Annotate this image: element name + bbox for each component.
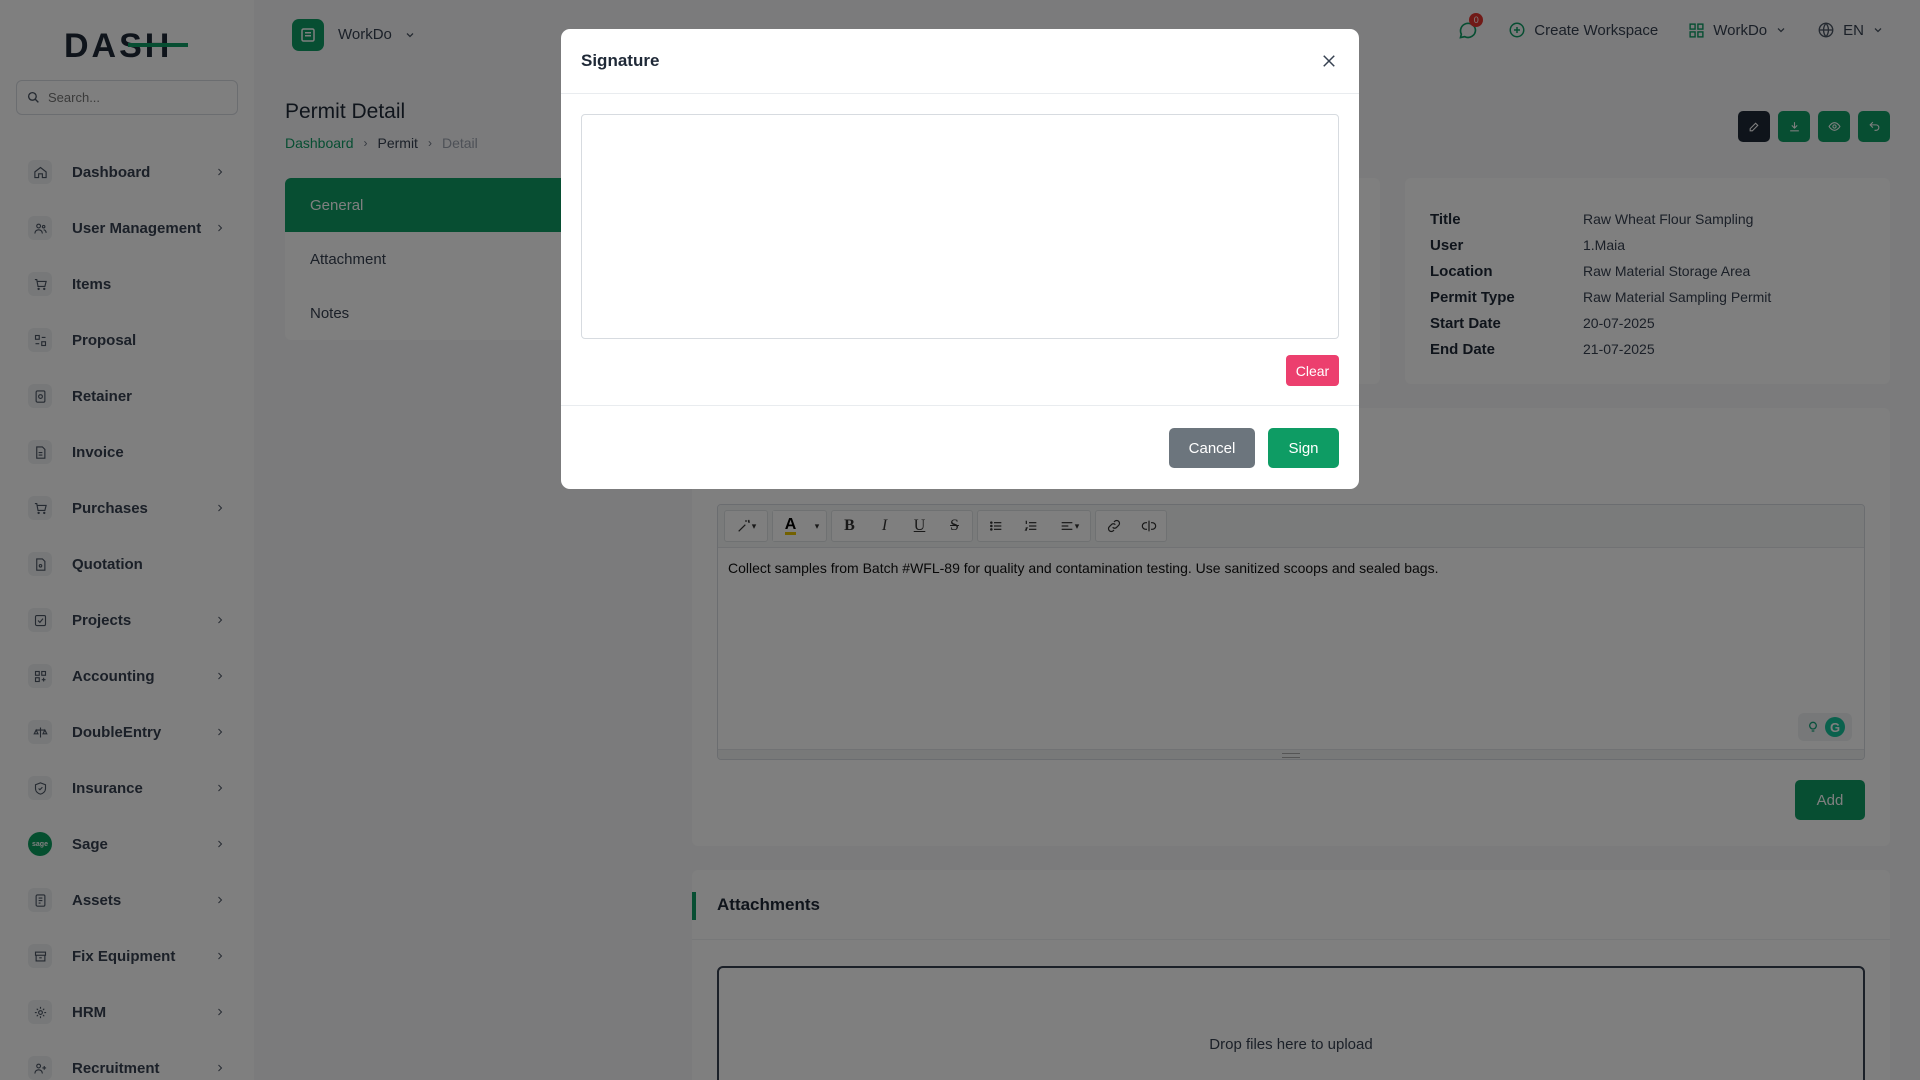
- clear-button[interactable]: Clear: [1286, 355, 1339, 386]
- signature-modal: Signature Clear Cancel Sign: [561, 29, 1359, 489]
- sign-button[interactable]: Sign: [1268, 428, 1339, 468]
- modal-header: Signature: [561, 29, 1359, 94]
- signature-pad[interactable]: [581, 114, 1339, 339]
- cancel-button[interactable]: Cancel: [1169, 428, 1255, 468]
- modal-footer: Cancel Sign: [561, 405, 1359, 489]
- close-icon: [1323, 55, 1335, 67]
- close-button[interactable]: [1317, 49, 1341, 73]
- modal-title: Signature: [581, 51, 660, 70]
